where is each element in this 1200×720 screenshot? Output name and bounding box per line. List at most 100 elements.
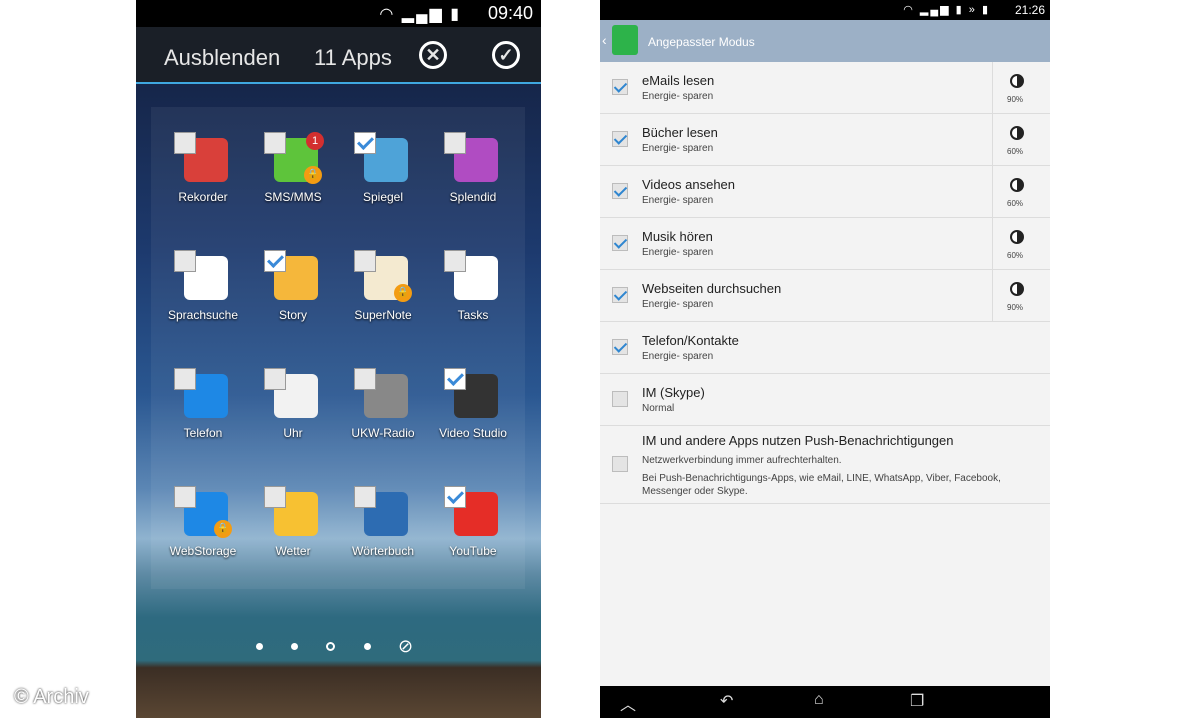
page-dot[interactable]	[291, 643, 298, 650]
app-checkbox[interactable]	[354, 368, 376, 390]
app-tile[interactable]: Spiegel	[338, 132, 428, 242]
app-tile[interactable]: UKW-Radio	[338, 368, 428, 478]
app-tile[interactable]: Telefon	[158, 368, 248, 478]
mode-row[interactable]: Videos ansehen Energie- sparen 60%	[600, 166, 1050, 218]
mode-subtitle: Netzwerkverbindung immer aufrechterhalte…	[642, 455, 842, 466]
app-tile[interactable]: Video Studio	[428, 368, 518, 478]
mode-title: Webseiten durchsuchen	[642, 281, 782, 296]
app-count: 11 Apps	[314, 45, 392, 70]
app-label: Splendid	[449, 190, 497, 204]
mode-checkbox[interactable]	[612, 79, 628, 95]
check-icon: ✓	[498, 45, 514, 65]
brightness-value: 90%	[1007, 95, 1024, 104]
brightness-icon	[1010, 230, 1024, 244]
brightness-value: 60%	[1007, 147, 1024, 156]
app-tile[interactable]: 🔒 SuperNote	[338, 250, 428, 360]
hidden-eye-icon[interactable]: ⊘	[398, 636, 424, 656]
app-checkbox[interactable]	[174, 486, 196, 508]
brightness-setting[interactable]: 90%	[992, 270, 1050, 322]
page-dot[interactable]	[256, 643, 263, 650]
app-tile[interactable]: Wörterbuch	[338, 486, 428, 596]
mode-checkbox[interactable]	[612, 183, 628, 199]
header-bar: ‹ Angepasster Modus	[600, 20, 1050, 62]
app-checkbox[interactable]	[264, 132, 286, 154]
mode-note: Bei Push-Benachrichtigungs-Apps, wie eMa…	[642, 473, 1001, 497]
confirm-button[interactable]: ✓	[492, 41, 520, 69]
app-tile[interactable]: 🔒 WebStorage	[158, 486, 248, 596]
lock-icon: 🔒	[394, 284, 412, 302]
app-label: Telefon	[183, 426, 223, 440]
mode-row[interactable]: Musik hören Energie- sparen 60%	[600, 218, 1050, 270]
screenshot-stage: ◠ ▂▄▆ ▮ 09:40 Ausblenden 11 Apps ✕ ✓ Rek…	[0, 0, 1200, 720]
app-label: Video Studio	[439, 426, 507, 440]
brightness-value: 60%	[1007, 199, 1024, 208]
app-checkbox[interactable]	[444, 486, 466, 508]
mode-title: Bücher lesen	[642, 125, 718, 140]
app-checkbox[interactable]	[354, 132, 376, 154]
app-checkbox[interactable]	[444, 250, 466, 272]
mode-checkbox[interactable]	[612, 339, 628, 355]
app-tile[interactable]: Splendid	[428, 132, 518, 242]
app-tile[interactable]: Wetter	[248, 486, 338, 596]
lock-icon: 🔒	[304, 166, 322, 184]
recent-apps-icon[interactable]: ❐	[910, 691, 924, 711]
lock-icon: 🔒	[214, 520, 232, 538]
app-tile[interactable]: Rekorder	[158, 132, 248, 242]
brightness-icon	[1010, 74, 1024, 88]
mode-row[interactable]: eMails lesen Energie- sparen 90%	[600, 62, 1050, 114]
app-checkbox[interactable]	[174, 368, 196, 390]
mode-subtitle: Normal	[642, 403, 675, 414]
app-tile[interactable]: Story	[248, 250, 338, 360]
app-checkbox[interactable]	[174, 250, 196, 272]
mode-row[interactable]: Webseiten durchsuchen Energie- sparen 90%	[600, 270, 1050, 322]
app-label: WebStorage	[169, 544, 237, 558]
back-icon[interactable]: ‹	[602, 32, 607, 48]
app-checkbox[interactable]	[444, 132, 466, 154]
status-time: 09:40	[487, 3, 533, 23]
app-checkbox[interactable]	[444, 368, 466, 390]
home-icon[interactable]: ⌂	[814, 691, 824, 709]
app-tile[interactable]: Tasks	[428, 250, 518, 360]
app-label: Uhr	[283, 426, 303, 440]
back-nav-icon[interactable]: ↶	[720, 691, 733, 711]
app-checkbox[interactable]	[354, 250, 376, 272]
close-icon: ✕	[425, 45, 441, 65]
app-checkbox[interactable]	[354, 486, 376, 508]
app-checkbox[interactable]	[264, 368, 286, 390]
mode-title: IM und andere Apps nutzen Push-Benachric…	[642, 433, 954, 448]
brightness-setting[interactable]: 60%	[992, 114, 1050, 166]
app-tile[interactable]: YouTube	[428, 486, 518, 596]
watermark: © Archiv	[14, 686, 89, 708]
app-checkbox[interactable]	[174, 132, 196, 154]
app-tile[interactable]: Sprachsuche	[158, 250, 248, 360]
brightness-setting[interactable]: 60%	[992, 218, 1050, 270]
page-dot-active[interactable]	[326, 642, 335, 651]
app-label: UKW-Radio	[351, 426, 415, 440]
mode-row[interactable]: IM (Skype) Normal	[600, 374, 1050, 426]
nav-up-icon[interactable]: ︿	[620, 691, 636, 715]
action-bar: Ausblenden 11 Apps ✕ ✓	[136, 27, 541, 83]
mode-row[interactable]: Telefon/Kontakte Energie- sparen	[600, 322, 1050, 374]
mode-subtitle: Energie- sparen	[642, 247, 714, 258]
app-tile[interactable]: Uhr	[248, 368, 338, 478]
cancel-button[interactable]: ✕	[419, 41, 447, 69]
mode-checkbox[interactable]	[612, 235, 628, 251]
brightness-setting[interactable]: 90%	[992, 62, 1050, 114]
status-icons: ◠ ▂▄▆ ▮ » ▮	[903, 4, 990, 16]
app-tile[interactable]: 1 🔒 SMS/MMS	[248, 132, 338, 242]
page-dot[interactable]	[364, 643, 371, 650]
app-label: Wörterbuch	[351, 544, 415, 558]
mode-title: IM (Skype)	[642, 385, 705, 400]
mode-checkbox[interactable]	[612, 391, 628, 407]
mode-checkbox[interactable]	[612, 287, 628, 303]
app-checkbox[interactable]	[264, 250, 286, 272]
mode-row[interactable]: Bücher lesen Energie- sparen 60%	[600, 114, 1050, 166]
mode-row[interactable]: IM und andere Apps nutzen Push-Benachric…	[600, 426, 1050, 504]
brightness-icon	[1010, 126, 1024, 140]
brightness-setting[interactable]: 60%	[992, 166, 1050, 218]
mode-title: eMails lesen	[642, 73, 715, 88]
mode-checkbox[interactable]	[612, 456, 628, 472]
app-checkbox[interactable]	[264, 486, 286, 508]
mode-checkbox[interactable]	[612, 131, 628, 147]
brightness-icon	[1010, 282, 1024, 296]
